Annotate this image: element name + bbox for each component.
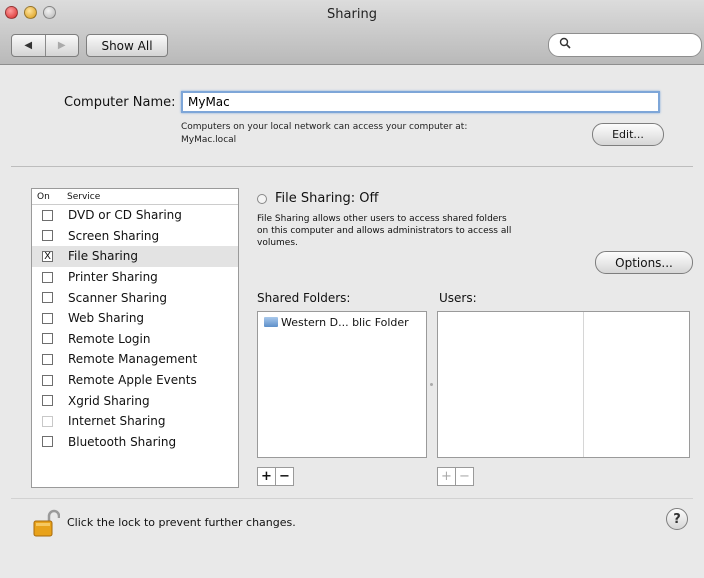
service-checkbox[interactable] bbox=[42, 436, 53, 448]
service-checkbox[interactable] bbox=[42, 271, 53, 283]
computer-name-note: Computers on your local network can acce… bbox=[181, 121, 467, 147]
service-label: DVD or CD Sharing bbox=[68, 208, 182, 223]
remove-folder-button[interactable]: − bbox=[275, 468, 293, 485]
search-field[interactable] bbox=[548, 33, 702, 57]
service-label: Remote Login bbox=[68, 331, 151, 346]
service-row-printer-sharing[interactable]: Printer Sharing bbox=[32, 267, 238, 288]
divider bbox=[11, 166, 693, 167]
users-buttons: + − bbox=[437, 467, 474, 486]
file-sharing-status: File Sharing: Off bbox=[257, 191, 379, 206]
service-row-remote-apple-events[interactable]: Remote Apple Events bbox=[32, 370, 238, 391]
description-line1: File Sharing allows other users to acces… bbox=[257, 214, 507, 224]
title-bar: Sharing ◀ ▶ Show All bbox=[0, 0, 704, 65]
back-arrow-icon: ◀ bbox=[24, 40, 33, 51]
help-button[interactable]: ? bbox=[666, 508, 688, 530]
service-checkbox[interactable] bbox=[42, 333, 53, 345]
forward-button[interactable]: ▶ bbox=[46, 35, 79, 56]
shared-folders-buttons: + − bbox=[257, 467, 294, 486]
service-checkbox[interactable] bbox=[42, 395, 53, 407]
service-row-remote-management[interactable]: Remote Management bbox=[32, 349, 238, 370]
service-row-bluetooth-sharing[interactable]: Bluetooth Sharing bbox=[32, 432, 238, 453]
options-button[interactable]: Options... bbox=[595, 251, 693, 274]
description-line2: on this computer and allows administrato… bbox=[257, 226, 512, 236]
service-checkbox[interactable] bbox=[42, 292, 53, 304]
service-label: Xgrid Sharing bbox=[68, 393, 150, 408]
edit-button[interactable]: Edit... bbox=[592, 123, 664, 146]
users-list[interactable] bbox=[437, 311, 690, 458]
description-line3: volumes. bbox=[257, 238, 298, 248]
service-label: Internet Sharing bbox=[68, 414, 166, 429]
service-checkbox[interactable]: X bbox=[42, 250, 53, 262]
service-row-file-sharing[interactable]: X File Sharing bbox=[32, 246, 238, 267]
split-handle[interactable] bbox=[430, 383, 433, 386]
service-row-internet-sharing[interactable]: Internet Sharing bbox=[32, 411, 238, 432]
lock-message: Click the lock to prevent further change… bbox=[67, 516, 296, 529]
computer-name-input[interactable] bbox=[181, 91, 660, 113]
file-sharing-status-text: File Sharing: Off bbox=[275, 191, 379, 206]
file-sharing-description: File Sharing allows other users to acces… bbox=[257, 213, 587, 249]
add-user-button[interactable]: + bbox=[438, 468, 455, 485]
nav-segment: ◀ ▶ bbox=[11, 34, 79, 57]
service-checkbox[interactable] bbox=[42, 353, 53, 365]
users-label: Users: bbox=[439, 291, 477, 305]
shared-folder-item[interactable]: Western D... blic Folder bbox=[258, 312, 426, 332]
service-label: File Sharing bbox=[68, 249, 138, 264]
service-label: Screen Sharing bbox=[68, 228, 160, 243]
service-checkbox[interactable] bbox=[42, 230, 53, 242]
forward-arrow-icon: ▶ bbox=[57, 40, 66, 51]
service-label: Remote Apple Events bbox=[68, 373, 197, 388]
service-row-remote-login[interactable]: Remote Login bbox=[32, 329, 238, 350]
back-button[interactable]: ◀ bbox=[12, 35, 46, 56]
computer-name-note-line1: Computers on your local network can acce… bbox=[181, 122, 468, 132]
service-checkbox[interactable] bbox=[42, 209, 53, 221]
service-checkbox[interactable] bbox=[42, 312, 53, 324]
service-checkbox[interactable] bbox=[42, 374, 53, 386]
services-list: On Service DVD or CD Sharing Screen Shar… bbox=[31, 188, 239, 488]
service-label: Web Sharing bbox=[68, 311, 145, 326]
service-row-xgrid-sharing[interactable]: Xgrid Sharing bbox=[32, 390, 238, 411]
footer-divider bbox=[11, 498, 693, 499]
service-label: Remote Management bbox=[68, 352, 198, 367]
shared-folders-list[interactable]: Western D... blic Folder bbox=[257, 311, 427, 458]
service-label: Scanner Sharing bbox=[68, 290, 167, 305]
status-indicator-icon bbox=[257, 193, 267, 204]
shared-folder-label: Western D... blic Folder bbox=[281, 315, 409, 329]
window-title: Sharing bbox=[327, 7, 377, 22]
users-column-divider bbox=[583, 312, 584, 457]
lock-icon[interactable] bbox=[32, 508, 60, 538]
show-all-button[interactable]: Show All bbox=[86, 34, 168, 57]
service-label: Bluetooth Sharing bbox=[68, 434, 177, 449]
computer-name-label: Computer Name: bbox=[64, 95, 176, 110]
folder-icon bbox=[264, 317, 278, 327]
service-row-scanner-sharing[interactable]: Scanner Sharing bbox=[32, 287, 238, 308]
service-checkbox[interactable] bbox=[42, 415, 53, 427]
service-row-dvd-cd-sharing[interactable]: DVD or CD Sharing bbox=[32, 205, 238, 226]
remove-user-button[interactable]: − bbox=[455, 468, 473, 485]
services-header: On Service bbox=[32, 189, 238, 205]
service-row-web-sharing[interactable]: Web Sharing bbox=[32, 308, 238, 329]
service-label: Printer Sharing bbox=[68, 270, 158, 285]
service-row-screen-sharing[interactable]: Screen Sharing bbox=[32, 226, 238, 247]
computer-name-note-line2: MyMac.local bbox=[181, 135, 237, 145]
service-column-header: Service bbox=[67, 191, 101, 202]
add-folder-button[interactable]: + bbox=[258, 468, 275, 485]
on-column-header: On bbox=[37, 191, 50, 202]
shared-folders-label: Shared Folders: bbox=[257, 291, 351, 305]
search-icon bbox=[559, 37, 571, 49]
